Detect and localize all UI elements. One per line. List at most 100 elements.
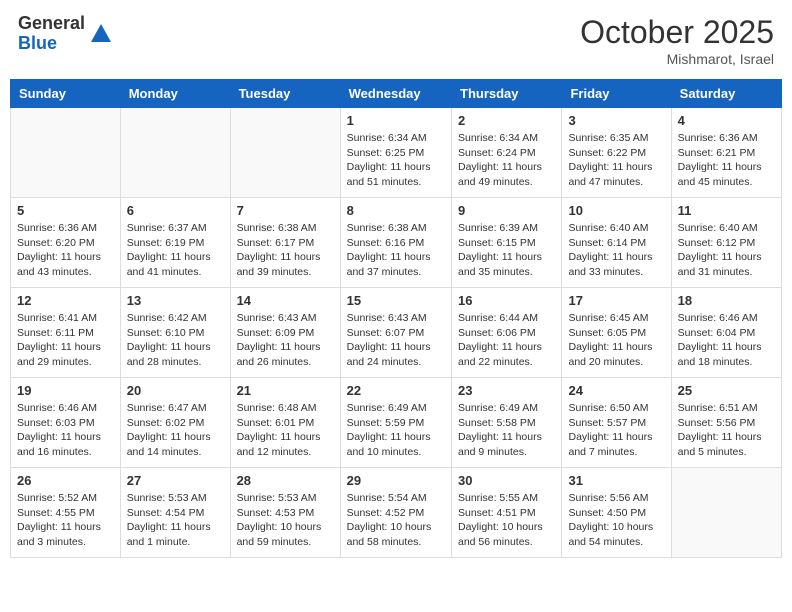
day-number: 8 (347, 203, 445, 218)
calendar-cell: 30 Sunrise: 5:55 AM Sunset: 4:51 PM Dayli… (452, 468, 562, 558)
calendar-cell: 1 Sunrise: 6:34 AM Sunset: 6:25 PM Daylig… (340, 108, 451, 198)
day-info: Sunrise: 6:50 AM Sunset: 5:57 PM Dayligh… (568, 401, 664, 460)
calendar-cell: 18 Sunrise: 6:46 AM Sunset: 6:04 PM Dayli… (671, 288, 781, 378)
day-info: Sunrise: 6:45 AM Sunset: 6:05 PM Dayligh… (568, 311, 664, 370)
day-number: 3 (568, 113, 664, 128)
day-info: Sunrise: 6:40 AM Sunset: 6:14 PM Dayligh… (568, 221, 664, 280)
day-number: 11 (678, 203, 775, 218)
week-row: 19 Sunrise: 6:46 AM Sunset: 6:03 PM Dayli… (11, 378, 782, 468)
logo-blue-text: Blue (18, 34, 85, 54)
calendar-cell: 14 Sunrise: 6:43 AM Sunset: 6:09 PM Dayli… (230, 288, 340, 378)
day-info: Sunrise: 6:43 AM Sunset: 6:07 PM Dayligh… (347, 311, 445, 370)
calendar-cell: 4 Sunrise: 6:36 AM Sunset: 6:21 PM Daylig… (671, 108, 781, 198)
day-of-week-header: Saturday (671, 80, 781, 108)
month-title: October 2025 (580, 14, 774, 51)
days-header-row: SundayMondayTuesdayWednesdayThursdayFrid… (11, 80, 782, 108)
day-info: Sunrise: 6:36 AM Sunset: 6:21 PM Dayligh… (678, 131, 775, 190)
calendar-cell: 27 Sunrise: 5:53 AM Sunset: 4:54 PM Dayli… (120, 468, 230, 558)
day-number: 23 (458, 383, 555, 398)
day-info: Sunrise: 6:47 AM Sunset: 6:02 PM Dayligh… (127, 401, 224, 460)
day-number: 19 (17, 383, 114, 398)
day-of-week-header: Sunday (11, 80, 121, 108)
calendar-cell: 21 Sunrise: 6:48 AM Sunset: 6:01 PM Dayli… (230, 378, 340, 468)
week-row: 12Sunrise: 6:41 AM Sunset: 6:11 PM Dayli… (11, 288, 782, 378)
calendar-cell: 3 Sunrise: 6:35 AM Sunset: 6:22 PM Daylig… (562, 108, 671, 198)
calendar-cell: 17 Sunrise: 6:45 AM Sunset: 6:05 PM Dayli… (562, 288, 671, 378)
day-info: Sunrise: 5:53 AM Sunset: 4:54 PM Dayligh… (127, 491, 224, 550)
day-number: 9 (458, 203, 555, 218)
logo: General Blue (18, 14, 113, 54)
day-number: 1 (347, 113, 445, 128)
day-of-week-header: Thursday (452, 80, 562, 108)
calendar-cell: 31 Sunrise: 5:56 AM Sunset: 4:50 PM Dayli… (562, 468, 671, 558)
page-header: General Blue October 2025 Mishmarot, Isr… (10, 10, 782, 71)
day-number: 14 (237, 293, 334, 308)
title-block: October 2025 Mishmarot, Israel (580, 14, 774, 67)
day-number: 29 (347, 473, 445, 488)
day-info: Sunrise: 5:56 AM Sunset: 4:50 PM Dayligh… (568, 491, 664, 550)
day-info: Sunrise: 6:38 AM Sunset: 6:17 PM Dayligh… (237, 221, 334, 280)
calendar-cell: 26 Sunrise: 5:52 AM Sunset: 4:55 PM Dayli… (11, 468, 121, 558)
calendar-cell (230, 108, 340, 198)
calendar-cell (671, 468, 781, 558)
day-info: Sunrise: 6:46 AM Sunset: 6:03 PM Dayligh… (17, 401, 114, 460)
day-info: Sunrise: 5:52 AM Sunset: 4:55 PM Dayligh… (17, 491, 114, 550)
day-number: 27 (127, 473, 224, 488)
day-number: 26 (17, 473, 114, 488)
day-info: Sunrise: 5:55 AM Sunset: 4:51 PM Dayligh… (458, 491, 555, 550)
calendar-cell: 10 Sunrise: 6:40 AM Sunset: 6:14 PM Dayli… (562, 198, 671, 288)
calendar-cell (11, 108, 121, 198)
day-number: 18 (678, 293, 775, 308)
logo-icon (89, 22, 113, 46)
day-number: 13 (127, 293, 224, 308)
day-number: 12 (17, 293, 114, 308)
calendar-cell: 12Sunrise: 6:41 AM Sunset: 6:11 PM Dayli… (11, 288, 121, 378)
day-info: Sunrise: 6:46 AM Sunset: 6:04 PM Dayligh… (678, 311, 775, 370)
day-of-week-header: Friday (562, 80, 671, 108)
day-info: Sunrise: 6:37 AM Sunset: 6:19 PM Dayligh… (127, 221, 224, 280)
calendar-cell (120, 108, 230, 198)
day-number: 17 (568, 293, 664, 308)
week-row: 26 Sunrise: 5:52 AM Sunset: 4:55 PM Dayli… (11, 468, 782, 558)
day-info: Sunrise: 6:36 AM Sunset: 6:20 PM Dayligh… (17, 221, 114, 280)
calendar-cell: 5 Sunrise: 6:36 AM Sunset: 6:20 PM Daylig… (11, 198, 121, 288)
day-info: Sunrise: 6:48 AM Sunset: 6:01 PM Dayligh… (237, 401, 334, 460)
day-of-week-header: Wednesday (340, 80, 451, 108)
day-of-week-header: Monday (120, 80, 230, 108)
day-number: 28 (237, 473, 334, 488)
week-row: 5 Sunrise: 6:36 AM Sunset: 6:20 PM Daylig… (11, 198, 782, 288)
day-number: 16 (458, 293, 555, 308)
day-info: Sunrise: 6:35 AM Sunset: 6:22 PM Dayligh… (568, 131, 664, 190)
day-number: 4 (678, 113, 775, 128)
day-number: 10 (568, 203, 664, 218)
calendar-cell: 2Sunrise: 6:34 AM Sunset: 6:24 PM Daylig… (452, 108, 562, 198)
day-number: 21 (237, 383, 334, 398)
day-number: 25 (678, 383, 775, 398)
day-number: 22 (347, 383, 445, 398)
day-number: 5 (17, 203, 114, 218)
day-info: Sunrise: 6:34 AM Sunset: 6:25 PM Dayligh… (347, 131, 445, 190)
calendar-cell: 7 Sunrise: 6:38 AM Sunset: 6:17 PM Daylig… (230, 198, 340, 288)
day-number: 24 (568, 383, 664, 398)
day-info: Sunrise: 6:42 AM Sunset: 6:10 PM Dayligh… (127, 311, 224, 370)
calendar-cell: 25 Sunrise: 6:51 AM Sunset: 5:56 PM Dayli… (671, 378, 781, 468)
calendar-cell: 13 Sunrise: 6:42 AM Sunset: 6:10 PM Dayli… (120, 288, 230, 378)
day-of-week-header: Tuesday (230, 80, 340, 108)
week-row: 1 Sunrise: 6:34 AM Sunset: 6:25 PM Daylig… (11, 108, 782, 198)
day-number: 7 (237, 203, 334, 218)
day-info: Sunrise: 6:38 AM Sunset: 6:16 PM Dayligh… (347, 221, 445, 280)
day-info: Sunrise: 6:43 AM Sunset: 6:09 PM Dayligh… (237, 311, 334, 370)
day-info: Sunrise: 6:51 AM Sunset: 5:56 PM Dayligh… (678, 401, 775, 460)
calendar-cell: 23Sunrise: 6:49 AM Sunset: 5:58 PM Dayli… (452, 378, 562, 468)
calendar-cell: 11Sunrise: 6:40 AM Sunset: 6:12 PM Dayli… (671, 198, 781, 288)
logo-general-text: General (18, 14, 85, 34)
day-number: 30 (458, 473, 555, 488)
day-number: 6 (127, 203, 224, 218)
calendar-cell: 19 Sunrise: 6:46 AM Sunset: 6:03 PM Dayli… (11, 378, 121, 468)
day-info: Sunrise: 5:54 AM Sunset: 4:52 PM Dayligh… (347, 491, 445, 550)
day-number: 31 (568, 473, 664, 488)
day-number: 15 (347, 293, 445, 308)
calendar-cell: 16Sunrise: 6:44 AM Sunset: 6:06 PM Dayli… (452, 288, 562, 378)
calendar-cell: 29 Sunrise: 5:54 AM Sunset: 4:52 PM Dayli… (340, 468, 451, 558)
calendar-cell: 15 Sunrise: 6:43 AM Sunset: 6:07 PM Dayli… (340, 288, 451, 378)
